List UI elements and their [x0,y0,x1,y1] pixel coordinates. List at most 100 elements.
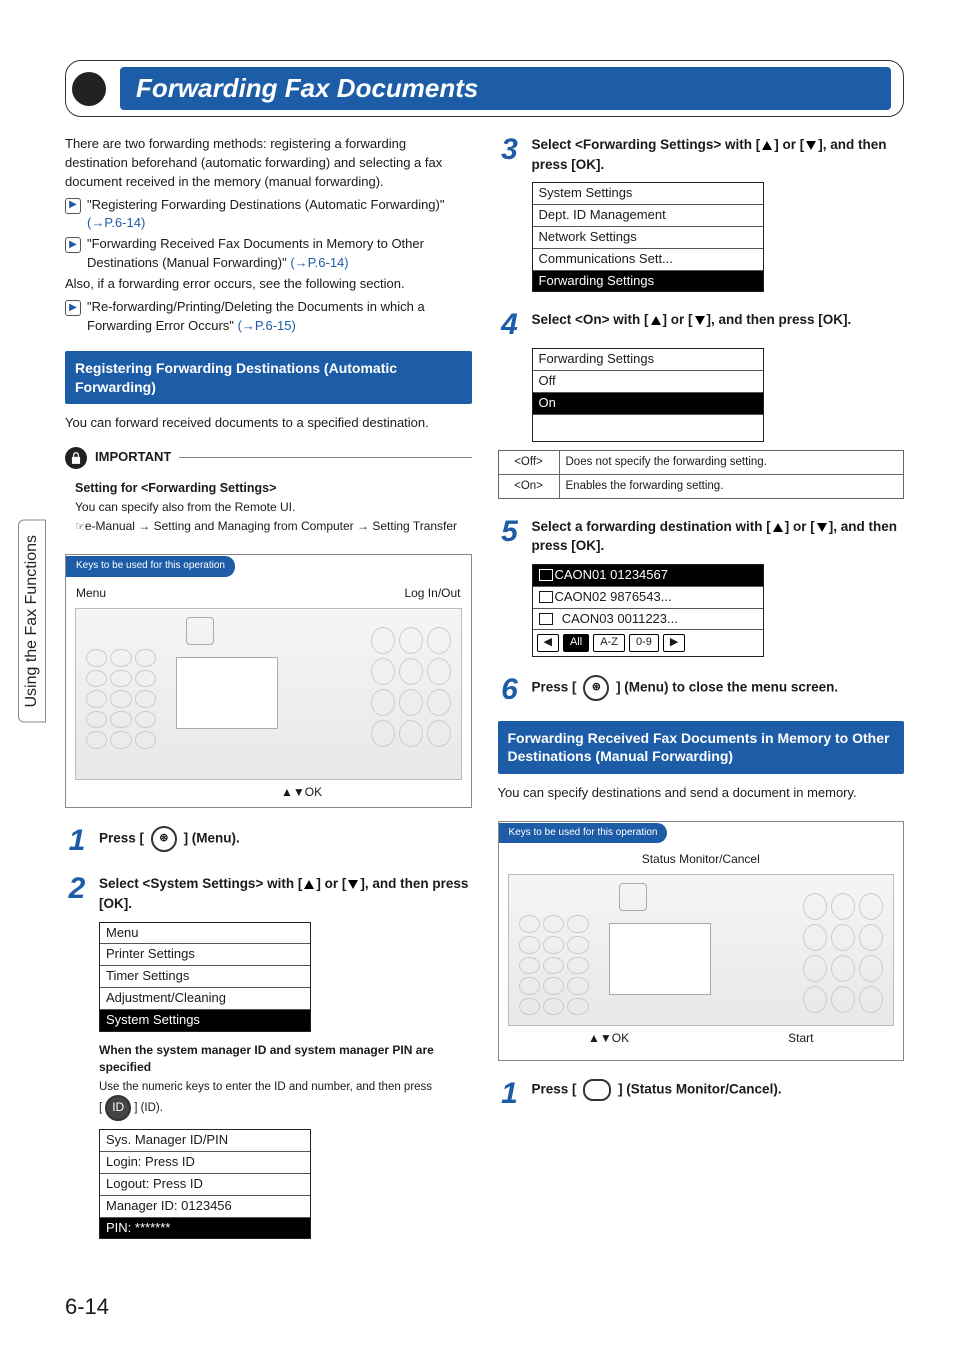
table-cell: Does not specify the forwarding setting. [559,451,904,475]
panel-ok-label: ▲▼OK [588,1030,629,1047]
step-text: ] or [ [663,312,693,327]
panel-start-label: Start [788,1030,813,1047]
step-number: 3 [498,135,522,174]
down-triangle-icon [806,141,816,150]
page-ref: (→P.6-14) [87,215,145,230]
lcd-row: Network Settings [533,227,763,249]
step-text: ] (Menu) to close the menu screen. [616,680,838,695]
step-number: 1 [498,1079,522,1109]
setting-heading: Setting for <Forwarding Settings> [75,479,472,497]
page-ref: (→P.6-15) [238,318,296,333]
menu-button-icon: ⊛ [583,675,609,701]
up-triangle-icon [304,880,314,889]
step-text: Select <System Settings> with [ [99,876,302,891]
lcd-row [533,415,763,436]
section-title: Forwarding Fax Documents [120,67,891,110]
lcd-id-pin: Sys. Manager ID/PIN Login: Press ID Logo… [99,1129,311,1239]
panel-ok-label: ▲▼OK [281,784,322,801]
lcd-row: System Settings [533,183,763,205]
status-monitor-button-icon [583,1079,611,1101]
filter-button-selected: All [563,634,589,652]
manual-body: You can specify destinations and send a … [498,784,905,803]
step-number: 1 [65,826,89,856]
keys-used-label: Keys to be used for this operation [66,556,235,577]
lcd-row: CAON03 0011223... [533,609,763,631]
lcd-row-selected: On [533,393,763,415]
lcd-row: Adjustment/Cleaning [100,988,310,1010]
keys-used-box: Keys to be used for this operation Statu… [498,821,905,1061]
left-column: There are two forwarding methods: regist… [65,135,472,1243]
lcd-row: Sys. Manager ID/PIN [100,1130,310,1152]
lcd-row: Timer Settings [100,966,310,988]
lcd-row-selected: System Settings [100,1010,310,1031]
note-heading: When the system manager ID and system ma… [99,1042,472,1077]
lcd-forwarding-settings: Forwarding Settings Off On [532,348,764,442]
lcd-system-settings: System Settings Dept. ID Management Netw… [532,182,764,292]
step-number: 6 [498,675,522,705]
xref-item: ▶ "Re-forwarding/Printing/Deleting the D… [65,298,472,336]
lcd-row: Off [533,371,763,393]
important-label: IMPORTANT [95,448,171,467]
note-body: Use the numeric keys to enter the ID and… [99,1079,472,1122]
xref-item: ▶ "Registering Forwarding Destinations (… [65,196,472,234]
step-2: 2 Select <System Settings> with [] or []… [65,874,472,913]
id-button-icon: ID [105,1095,131,1121]
step-text: ], and then press [OK]. [707,312,852,327]
filter-button: A-Z [593,634,625,652]
sub1-body: You can forward received documents to a … [65,414,472,433]
xref-text: "Registering Forwarding Destinations (Au… [87,197,444,212]
fax-icon [539,591,553,603]
step-text: Press [ [99,831,144,846]
bullet-icon [72,72,106,106]
up-triangle-icon [773,523,783,532]
step-text: ] or [ [316,876,346,891]
up-triangle-icon [651,316,661,325]
step-text: ] (Menu). [184,831,240,846]
step-1: 1 Press [ ⊛ ] (Menu). [65,826,472,856]
step-text: Select <Forwarding Settings> with [ [532,137,761,152]
table-cell: <Off> [498,451,559,475]
step-6: 6 Press [ ⊛ ] (Menu) to close the menu s… [498,675,905,705]
lcd-row-selected: Forwarding Settings [533,271,763,292]
step-number: 4 [498,310,522,340]
step-text: Select <On> with [ [532,312,649,327]
lcd-destinations: ︎CAON01 01234567 CAON02 9876543... CAON0… [532,564,764,657]
step-text: Press [ [532,1081,577,1096]
step-text: Press [ [532,680,577,695]
divider [179,457,471,458]
up-triangle-icon [762,141,772,150]
manual-step-1: 1 Press [ ] (Status Monitor/Cancel). [498,1079,905,1109]
keys-used-box: Keys to be used for this operation Menu … [65,554,472,808]
panel-label-menu: Menu [76,585,106,602]
arrow-box-icon: ▶ [65,300,81,316]
step-text: ] or [ [774,137,804,152]
panel-label-loginout: Log In/Out [404,585,460,602]
table-cell: Enables the forwarding setting. [559,475,904,499]
panel-label-status: Status Monitor/Cancel [642,851,760,868]
filter-button: ▶ [663,634,685,652]
step-text: ] or [ [785,519,815,534]
step-3: 3 Select <Forwarding Settings> with [ ] o… [498,135,905,174]
lcd-row: Manager ID: 0123456 [100,1196,310,1218]
subheading-manual-forwarding: Forwarding Received Fax Documents in Mem… [498,721,905,773]
keys-used-label: Keys to be used for this operation [499,823,668,844]
setting-body: You can specify also from the Remote UI. [75,499,472,516]
step-4: 4 Select <On> with [ ] or [ ], and then pr… [498,310,905,340]
section-title-box: Forwarding Fax Documents [65,60,904,117]
important-icon [65,447,87,469]
page-number: 6-14 [65,1294,109,1320]
xref-text: "Forwarding Received Fax Documents in Me… [87,236,424,270]
down-triangle-icon [695,316,705,325]
down-triangle-icon [817,523,827,532]
step-number: 5 [498,517,522,556]
lcd-row: Dept. ID Management [533,205,763,227]
filter-button: 0-9 [629,634,659,652]
down-triangle-icon [348,880,358,889]
step-text: ] (Status Monitor/Cancel). [618,1081,782,1096]
fax-icon [539,613,553,625]
subheading-auto-forwarding: Registering Forwarding Destinations (Aut… [65,351,472,403]
also-line: Also, if a forwarding error occurs, see … [65,275,472,294]
arrow-box-icon: ▶ [65,198,81,214]
xref-item: ▶ "Forwarding Received Fax Documents in … [65,235,472,273]
lcd-row: Forwarding Settings [533,349,763,371]
